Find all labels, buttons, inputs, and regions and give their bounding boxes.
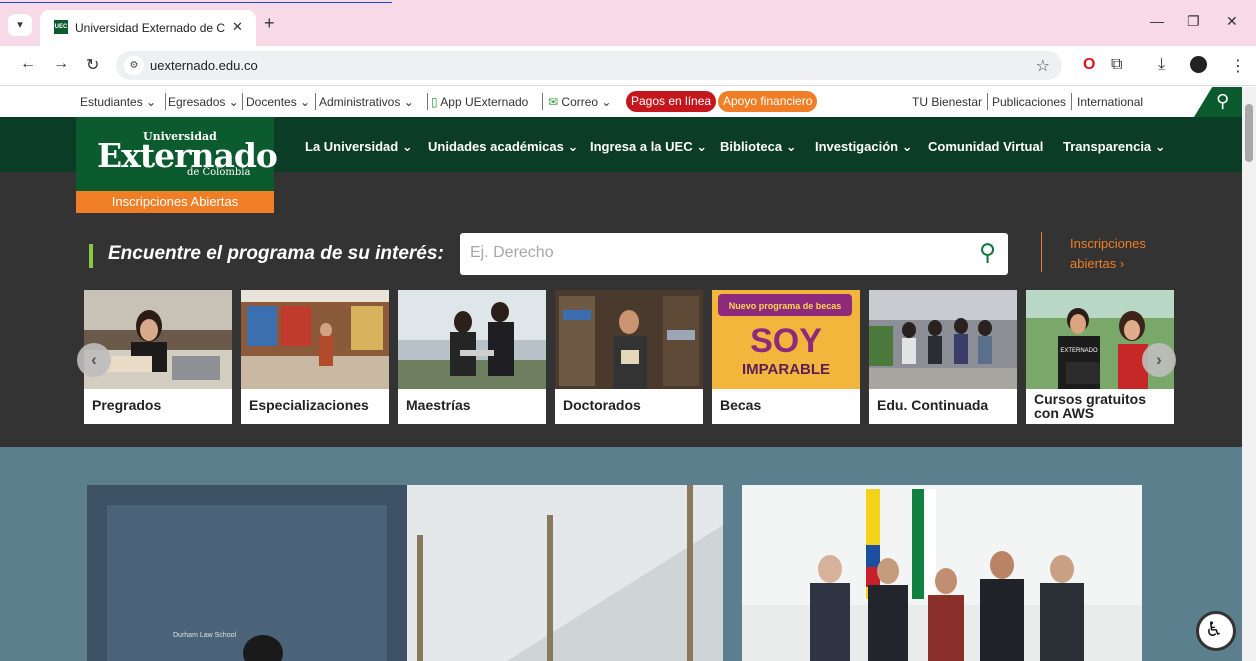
news-photo-group[interactable] [742,485,1142,661]
becas-banner-line1: Nuevo programa de becas [729,301,842,311]
nav-universidad[interactable]: La Universidad ⌄ [305,139,413,155]
program-card-becas[interactable]: Nuevo programa de becas SOY IMPARABLE Be… [712,290,860,424]
program-card-edu-continuada[interactable]: Edu. Continuada [869,290,1017,424]
program-label: Cursos gratuitos con AWS [1034,391,1147,421]
nav-ingresa[interactable]: Ingresa a la UEC ⌄ [590,139,707,155]
profile-icon[interactable] [1190,56,1207,73]
divider [165,93,166,110]
apoyo-button[interactable]: Apoyo financiero [718,91,818,112]
program-label: Edu. Continuada [877,397,989,413]
accessibility-button[interactable]: ♿ [1196,611,1236,651]
util-publicaciones[interactable]: Publicaciones [992,95,1066,109]
site-settings-icon[interactable]: ⚙ [124,56,144,75]
program-label: Maestrías [406,397,471,413]
bookmark-star-icon[interactable]: ☆ [1036,56,1050,76]
util-app[interactable]: ▯ App UExternado [431,95,528,109]
search-icon[interactable]: ⚲ [979,239,996,266]
aws-shirt-text: EXTERNADO [1060,348,1098,354]
util-estudiantes[interactable]: Estudiantes ⌄ [80,95,156,109]
becas-banner-line2: SOY [750,322,822,360]
tab-search-icon[interactable]: ▾ [8,14,32,36]
util-egresados[interactable]: Egresados ⌄ [168,95,239,109]
divider [427,93,428,110]
util-docentes[interactable]: Docentes ⌄ [246,95,310,109]
close-window-icon[interactable]: ✕ [1226,13,1238,30]
back-icon[interactable]: ← [20,55,36,73]
divider [987,93,988,110]
favicon-icon: UEC [54,20,68,34]
restore-icon[interactable]: ❐ [1187,13,1200,30]
more-icon[interactable]: ⋮ [1230,56,1246,76]
inscripciones-link[interactable]: Inscripciones abiertas › [1070,234,1146,274]
program-label: Especializaciones [249,397,369,413]
becas-banner-line3: IMPARABLE [742,361,830,378]
inscripciones-tag[interactable]: Inscripciones Abiertas [76,191,274,213]
address-bar[interactable]: ⚙ uexternado.edu.co ☆ [116,51,1062,80]
phone-icon: ▯ [431,95,438,109]
program-photo [241,290,389,389]
program-label: Becas [720,397,762,413]
divider [315,93,316,110]
program-photo [555,290,703,389]
tab-title: Universidad Externado de Colon [75,21,225,35]
program-search-input[interactable]: Ej. Derecho [470,244,554,262]
search-icon: ⚲ [1216,91,1230,111]
program-card-especializaciones[interactable]: Especializaciones [241,290,389,424]
program-label: Pregrados [92,397,162,413]
nav-unidades[interactable]: Unidades académicas ⌄ [428,139,578,155]
pagos-button[interactable]: Pagos en línea [626,91,717,112]
page-scrollbar[interactable] [1242,87,1256,661]
nav-investigacion[interactable]: Investigación ⌄ [815,139,913,155]
utility-bar: Estudiantes ⌄ Egresados ⌄ Docentes ⌄ Adm… [0,87,1242,117]
util-international[interactable]: International [1077,95,1143,109]
close-tab-icon[interactable]: ✕ [232,19,243,35]
news-photo-text: Durham Law School [173,632,236,639]
extensions-icon[interactable]: ⧉ [1111,56,1122,74]
minimize-icon[interactable]: — [1150,13,1164,29]
program-label: Doctorados [563,397,641,413]
logo-sub-text: de Colombia [187,167,251,178]
chevron-left-icon: ‹ [91,350,97,369]
url-text[interactable]: uexternado.edu.co [150,58,258,73]
forward-icon[interactable]: → [53,55,69,73]
reload-icon[interactable]: ↻ [86,55,99,75]
mail-icon: ✉ [548,95,559,109]
link-underline [0,2,392,3]
opera-icon[interactable]: O [1083,56,1095,74]
program-search-field[interactable]: Ej. Derecho ⚲ [460,233,1008,275]
chevron-right-icon: › [1156,350,1162,369]
divider [242,93,243,110]
util-bienestar[interactable]: TU Bienestar [912,95,982,109]
program-card-maestrias[interactable]: Maestrías [398,290,546,424]
accent-bar [89,244,93,268]
nav-biblioteca[interactable]: Biblioteca ⌄ [720,139,797,155]
scrollbar-thumb[interactable] [1245,104,1253,162]
nav-transparencia[interactable]: Transparencia ⌄ [1063,139,1166,155]
program-photo [84,290,232,389]
divider [542,93,543,110]
divider [1041,232,1042,272]
nav-comunidad[interactable]: Comunidad Virtual [928,139,1043,154]
program-card-doctorados[interactable]: Doctorados [555,290,703,424]
address-bar-row: ← → ↻ ⚙ uexternado.edu.co ☆ O ⧉ ⤓ ⋮ [0,46,1256,86]
accessibility-icon: ♿ [1205,619,1223,641]
carousel-next-button[interactable]: › [1142,343,1176,377]
browser-tab-bar: ▾ UEC Universidad Externado de Colon ✕ +… [0,0,1256,46]
program-search-label: Encuentre el programa de su interés: [108,243,444,264]
program-photo [869,290,1017,389]
carousel-prev-button[interactable]: ‹ [77,343,111,377]
news-photo-building[interactable]: Durham Law School [87,485,723,661]
program-photo: Nuevo programa de becas SOY IMPARABLE [712,290,860,389]
active-tab[interactable]: UEC Universidad Externado de Colon ✕ [40,10,256,46]
site-logo[interactable]: Universidad Externado de Colombia [76,117,278,191]
divider [1071,93,1072,110]
util-correo[interactable]: ✉ Correo ⌄ [548,95,611,109]
program-photo [398,290,546,389]
util-administrativos[interactable]: Administrativos ⌄ [319,95,414,109]
download-icon[interactable]: ⤓ [1158,56,1165,74]
new-tab-icon[interactable]: + [264,13,275,34]
